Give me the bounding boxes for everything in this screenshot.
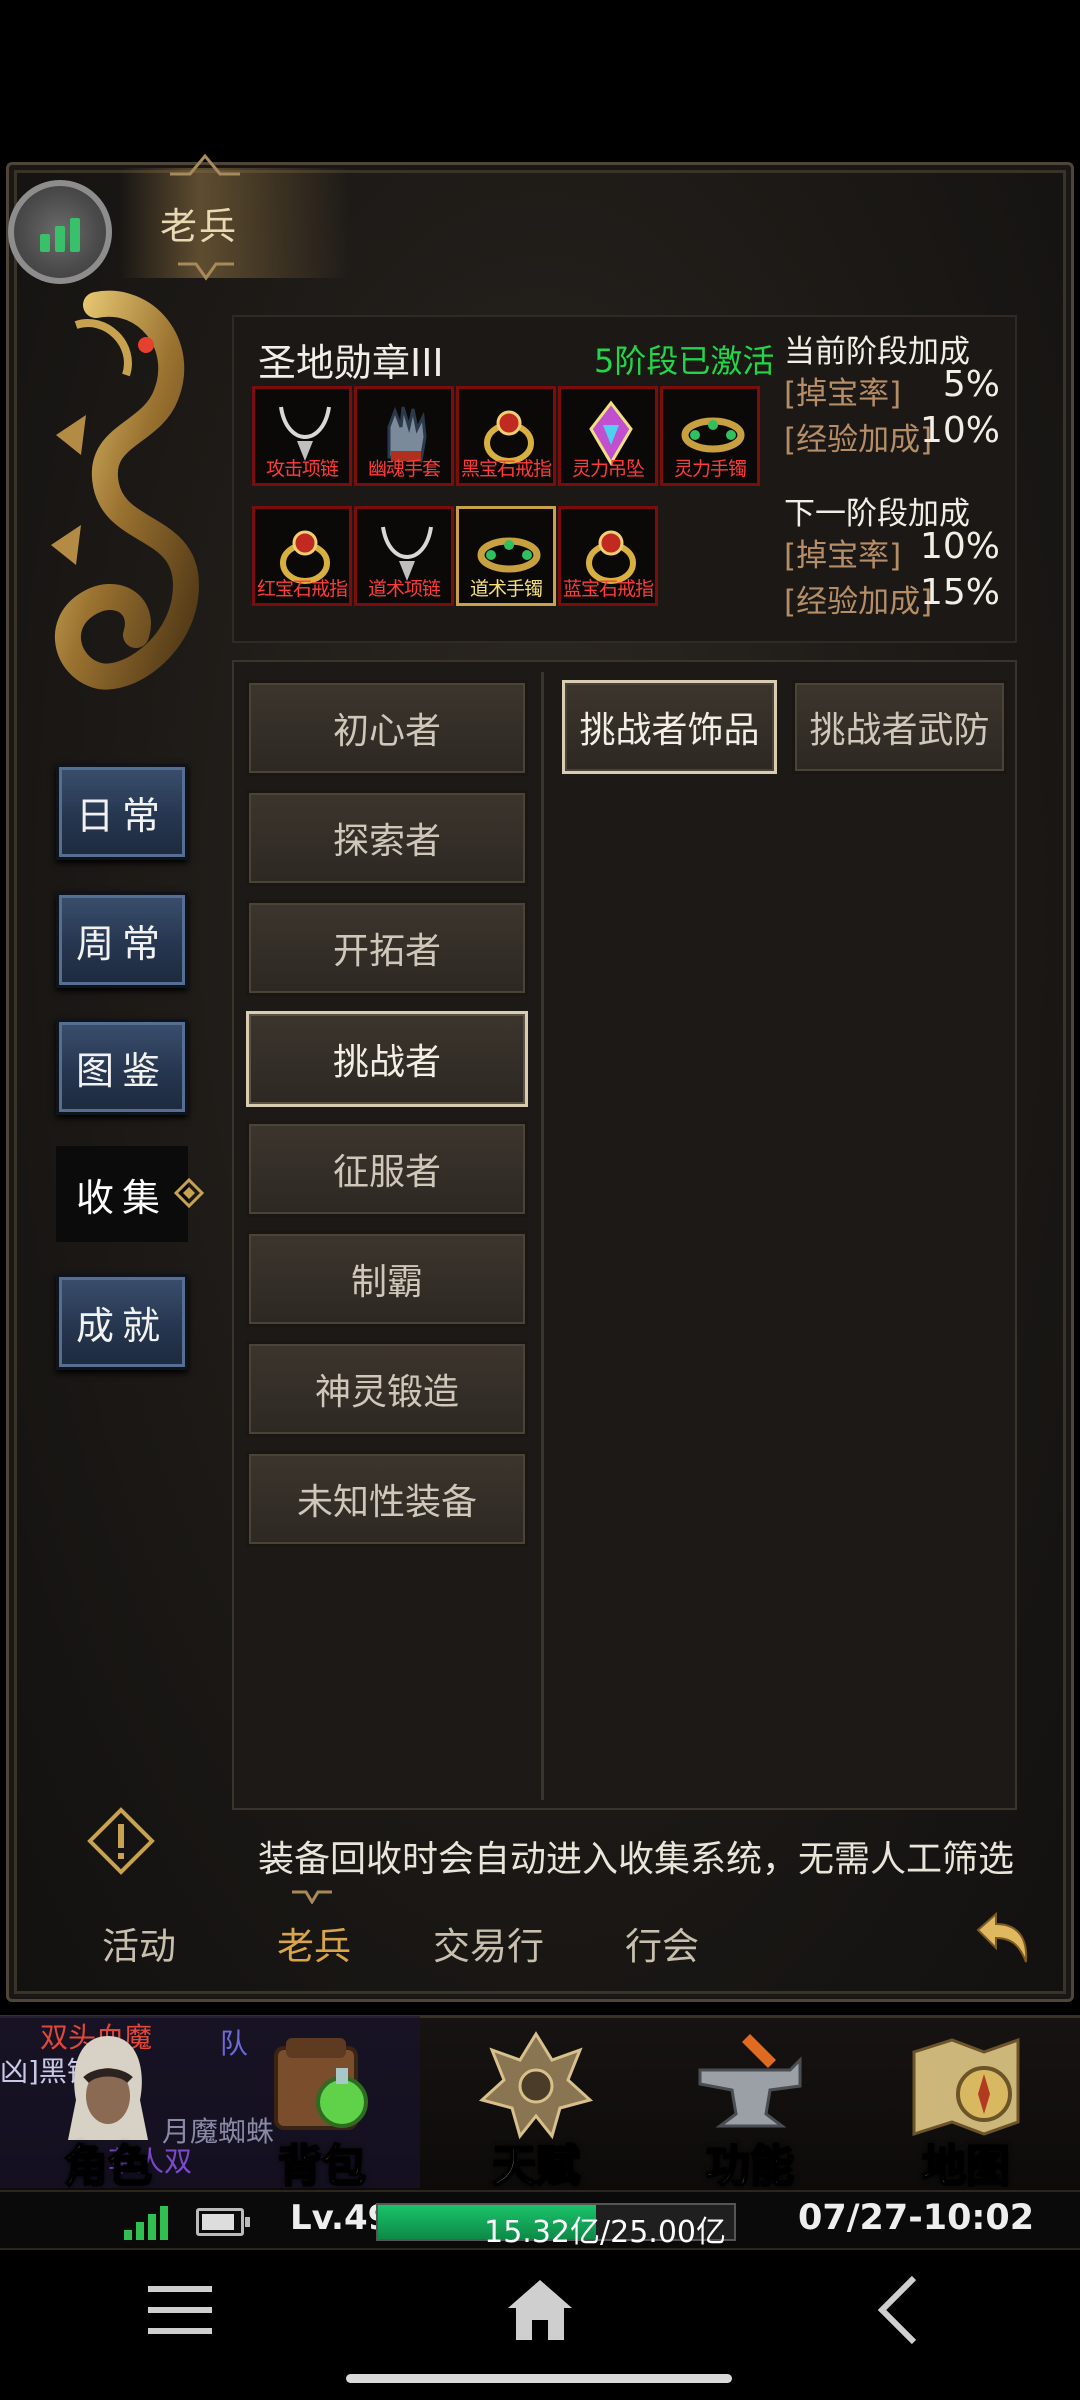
nav-label: 图鉴	[75, 1048, 168, 1093]
category-label: 未知性装备	[296, 1482, 477, 1523]
map-button[interactable]: 地图	[866, 2020, 1066, 2193]
button-label: 背包	[277, 2140, 367, 2193]
tab-trade[interactable]: 交易行	[433, 1916, 544, 1970]
title-ornament-icon	[170, 154, 240, 176]
nav-codex-button[interactable]: 图鉴	[56, 1019, 188, 1115]
slot-label: 蓝宝石戒指	[562, 578, 654, 600]
category-button[interactable]: 初心者	[246, 680, 528, 776]
slot-label: 灵力手镯	[673, 458, 747, 480]
tab-veteran[interactable]: 老兵	[277, 1916, 351, 1970]
equipment-slot[interactable]: 灵力手镯	[660, 386, 760, 486]
button-label: 角色	[63, 2140, 153, 2193]
category-label: 挑战者	[332, 1042, 441, 1083]
bonus-key: [经验加成]	[784, 584, 933, 620]
warning-icon[interactable]	[86, 1806, 156, 1876]
category-button[interactable]: 开拓者	[246, 900, 528, 996]
bonus-value: 10%	[919, 526, 1000, 567]
equipment-slot[interactable]: 攻击项链	[252, 386, 352, 486]
back-arrow-icon[interactable]	[970, 1906, 1034, 1970]
slot-label: 黑宝石戒指	[460, 458, 552, 480]
talent-icon	[478, 2031, 594, 2140]
category-label: 探索者	[332, 821, 441, 862]
slot-label: 幽魂手套	[367, 458, 441, 480]
bag-icon	[274, 2038, 368, 2130]
back-icon[interactable]	[860, 2270, 940, 2350]
bonus-value: 10%	[919, 410, 1000, 451]
subtab-accessories[interactable]: 挑战者饰品	[562, 680, 777, 774]
bonus-key: [经验加成]	[784, 422, 933, 458]
category-button-selected[interactable]: 挑战者	[246, 1011, 528, 1107]
talent-button[interactable]: 天赋	[436, 2020, 636, 2193]
medal-name: 圣地勋章III	[258, 341, 444, 385]
nav-weekly-button[interactable]: 周常	[56, 892, 188, 988]
bonus-value: 15%	[919, 572, 1000, 613]
tip-text: 装备回收时会自动进入收集系统，无需人工筛选	[258, 1839, 1015, 1880]
tab-ornament-icon	[292, 1890, 332, 1904]
nav-daily-button[interactable]: 日常	[56, 764, 188, 860]
character-button[interactable]: 角色	[8, 2020, 208, 2193]
category-button[interactable]: 征服者	[246, 1121, 528, 1217]
slot-label: 灵力吊坠	[571, 458, 645, 480]
home-icon[interactable]	[500, 2270, 580, 2350]
dragon-ornament-icon	[51, 290, 200, 690]
medal-status: 5阶段已激活	[594, 342, 775, 380]
equipment-slot[interactable]: 黑宝石戒指	[456, 386, 556, 486]
home-indicator[interactable]	[346, 2374, 732, 2383]
button-label: 地图	[921, 2140, 1011, 2193]
category-button[interactable]: 未知性装备	[246, 1451, 528, 1547]
slot-label: 红宝石戒指	[256, 578, 348, 600]
nav-label: 收集	[75, 1175, 168, 1220]
title-ornament-icon	[178, 262, 234, 281]
equipment-slot[interactable]: 道术项链	[354, 506, 454, 606]
game-clock: 07/27-10:02	[798, 2198, 1035, 2238]
equipment-slot[interactable]: 红宝石戒指	[252, 506, 352, 606]
experience-text: 15.32亿/25.00亿	[484, 2215, 726, 2250]
nav-collection-button[interactable]: 收集	[56, 1146, 188, 1242]
category-button[interactable]: 制霸	[246, 1231, 528, 1327]
divider	[541, 672, 544, 1800]
bag-button[interactable]: 背包	[222, 2020, 422, 2193]
category-label: 神灵锻造	[314, 1372, 459, 1413]
function-button[interactable]: 功能	[650, 2020, 850, 2193]
equipment-slot[interactable]: 灵力吊坠	[558, 386, 658, 486]
subtab-label: 挑战者饰品	[579, 710, 760, 751]
category-label: 开拓者	[332, 931, 441, 972]
character-icon	[68, 2036, 148, 2140]
bonus-value: 5%	[942, 364, 1000, 405]
battery-icon	[196, 2208, 250, 2236]
nav-label: 日常	[75, 793, 168, 838]
map-icon	[912, 2037, 1020, 2137]
nav-label: 成就	[75, 1303, 168, 1348]
equipment-slot[interactable]: 道术手镯	[456, 506, 556, 606]
active-arrow-icon	[173, 1177, 205, 1209]
category-button[interactable]: 神灵锻造	[246, 1341, 528, 1437]
subtab-weapons-armor[interactable]: 挑战者武防	[792, 680, 1007, 774]
bonus-key: [掉宝率]	[784, 376, 902, 412]
anvil-icon	[698, 2034, 802, 2128]
subtab-label: 挑战者武防	[809, 710, 990, 751]
network-signal-button[interactable]	[8, 180, 112, 284]
slot-label: 攻击项链	[265, 458, 339, 480]
experience-bar: 15.32亿/25.00亿	[376, 2203, 736, 2250]
bonus-key: [掉宝率]	[784, 538, 902, 574]
slot-label: 道术手镯	[469, 578, 543, 600]
button-label: 功能	[705, 2140, 795, 2193]
nav-achievement-button[interactable]: 成就	[56, 1274, 188, 1370]
slot-label: 道术项链	[367, 578, 441, 600]
equipment-slot[interactable]: 蓝宝石戒指	[558, 506, 658, 606]
category-label: 征服者	[332, 1152, 441, 1193]
nav-label: 周常	[75, 921, 168, 966]
window-title: 老兵	[160, 205, 238, 248]
category-label: 初心者	[332, 711, 441, 752]
category-label: 制霸	[350, 1262, 423, 1303]
menu-icon[interactable]	[140, 2270, 220, 2350]
equipment-slot[interactable]: 幽魂手套	[354, 386, 454, 486]
tab-activity[interactable]: 活动	[102, 1916, 176, 1970]
category-button[interactable]: 探索者	[246, 790, 528, 886]
button-label: 天赋	[491, 2140, 581, 2193]
tab-guild[interactable]: 行会	[625, 1916, 699, 1970]
signal-strength-icon	[124, 2204, 168, 2240]
